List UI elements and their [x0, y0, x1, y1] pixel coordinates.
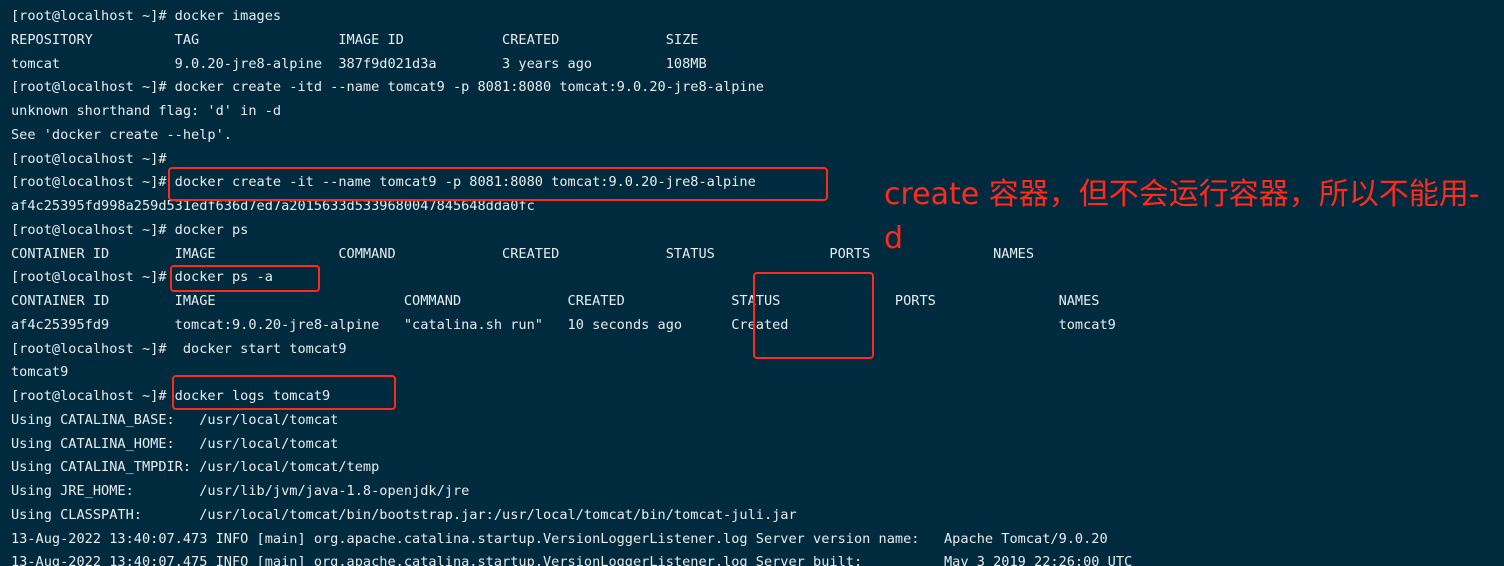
terminal-line: [root@localhost ~]# docker ps -a — [11, 269, 273, 285]
terminal-line: REPOSITORY TAG IMAGE ID CREATED SIZE — [11, 32, 699, 48]
terminal-line: [root@localhost ~]# docker start tomcat9 — [11, 341, 347, 357]
terminal-line: 13-Aug-2022 13:40:07.473 INFO [main] org… — [11, 531, 1108, 547]
terminal-line: 13-Aug-2022 13:40:07.475 INFO [main] org… — [11, 554, 1133, 566]
terminal-line: [root@localhost ~]# docker logs tomcat9 — [11, 388, 331, 404]
terminal-line: [root@localhost ~]# docker ps — [11, 222, 249, 238]
terminal-line: tomcat 9.0.20-jre8-alpine 387f9d021d3a 3… — [11, 56, 707, 72]
terminal-line: CONTAINER ID IMAGE COMMAND CREATED STATU… — [11, 246, 1035, 262]
terminal-line: [root@localhost ~]# docker images — [11, 8, 282, 24]
terminal-line: unknown shorthand flag: 'd' in -d — [11, 103, 282, 119]
terminal-line: See 'docker create --help'. — [11, 127, 232, 143]
terminal-line: af4c25395fd9 tomcat:9.0.20-jre8-alpine "… — [11, 317, 1116, 333]
terminal-line: af4c25395fd998a259d531edf636d7ed7a201563… — [11, 198, 535, 214]
terminal-line: Using CLASSPATH: /usr/local/tomcat/bin/b… — [11, 507, 797, 523]
terminal-line: Using JRE_HOME: /usr/lib/jvm/java-1.8-op… — [11, 483, 470, 499]
terminal-window[interactable]: [root@localhost ~]# docker images REPOSI… — [0, 0, 1504, 566]
annotation-note: create 容器，但不会运行容器，所以不能用-d — [884, 177, 1480, 256]
terminal-line: CONTAINER ID IMAGE COMMAND CREATED STATU… — [11, 293, 1100, 309]
terminal-line: Using CATALINA_HOME: /usr/local/tomcat — [11, 436, 339, 452]
terminal-line: tomcat9 — [11, 364, 69, 380]
terminal-line: [root@localhost ~]# docker create -it --… — [11, 174, 756, 190]
terminal-line: [root@localhost ~]# — [11, 151, 167, 167]
terminal-line: [root@localhost ~]# docker create -itd -… — [11, 79, 764, 95]
terminal-line: Using CATALINA_TMPDIR: /usr/local/tomcat… — [11, 459, 380, 475]
terminal-line: Using CATALINA_BASE: /usr/local/tomcat — [11, 412, 339, 428]
